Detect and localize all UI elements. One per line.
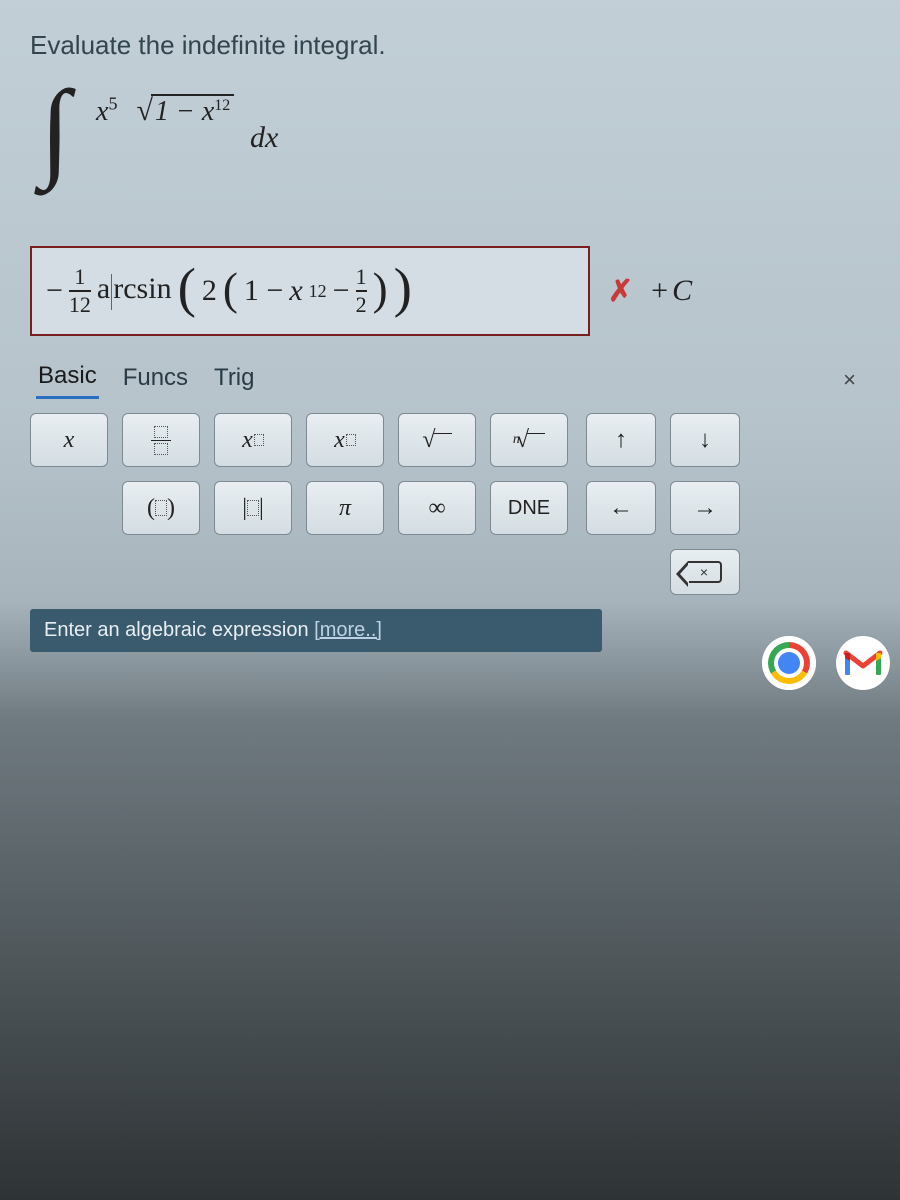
answer-two: 2 — [202, 274, 217, 308]
plus-c-label: +C — [651, 274, 692, 308]
tab-funcs[interactable]: Funcs — [121, 362, 190, 398]
answer-input[interactable]: − 1 12 arcsin ( 2 ( 1 − x12 − 1 2 ) — [30, 246, 590, 336]
keypad-tabs: Basic Funcs Trig × — [30, 356, 870, 407]
integrand-fraction: x5 √ 1 − x12 — [90, 94, 240, 128]
key-pi[interactable]: π — [306, 481, 384, 535]
keypad: x x x √ n√ () || π ∞ DNE ↑ ↓ ← → × — [30, 413, 870, 595]
taskbar — [762, 636, 890, 690]
key-arrow-left[interactable]: ← — [586, 481, 656, 535]
key-backspace[interactable]: × — [670, 549, 740, 595]
answer-inner-minus: − — [333, 274, 350, 308]
question-prompt: Evaluate the indefinite integral. — [30, 30, 870, 61]
tab-basic[interactable]: Basic — [36, 360, 99, 399]
gmail-icon[interactable] — [836, 636, 890, 690]
key-fraction[interactable] — [122, 413, 200, 467]
chrome-icon[interactable] — [762, 636, 816, 690]
key-dne[interactable]: DNE — [490, 481, 568, 535]
close-keypad-button[interactable]: × — [835, 363, 864, 397]
key-arrow-right[interactable]: → — [670, 481, 740, 535]
tab-trig[interactable]: Trig — [212, 362, 256, 398]
answer-frac-1-2: 1 2 — [356, 266, 367, 316]
key-absolute[interactable]: || — [214, 481, 292, 535]
answer-frac-1-12: 1 12 — [69, 266, 91, 316]
hint-more-link[interactable]: [more..] — [314, 619, 382, 641]
integral-sign: ∫ — [40, 66, 70, 193]
hint-text: Enter an algebraic expression — [44, 619, 314, 641]
incorrect-icon: ✗ — [608, 274, 633, 309]
answer-x: x — [289, 274, 302, 308]
dx-label: dx — [250, 121, 278, 155]
answer-x-exp: 12 — [309, 281, 327, 302]
key-parentheses[interactable]: () — [122, 481, 200, 535]
key-arrow-down[interactable]: ↓ — [670, 413, 740, 467]
answer-arcsin: arcsin — [97, 272, 172, 309]
key-x[interactable]: x — [30, 413, 108, 467]
key-sqrt[interactable]: √ — [398, 413, 476, 467]
answer-inner-prefix: 1 − — [244, 274, 283, 308]
key-infinity[interactable]: ∞ — [398, 481, 476, 535]
integral-expression: ∫ x5 √ 1 − x12 dx — [40, 86, 870, 206]
key-subscript[interactable]: x — [306, 413, 384, 467]
input-hint[interactable]: Enter an algebraic expression [more..] — [30, 609, 602, 652]
key-nth-root[interactable]: n√ — [490, 413, 568, 467]
answer-minus: − — [46, 274, 63, 308]
key-superscript[interactable]: x — [214, 413, 292, 467]
key-arrow-up[interactable]: ↑ — [586, 413, 656, 467]
